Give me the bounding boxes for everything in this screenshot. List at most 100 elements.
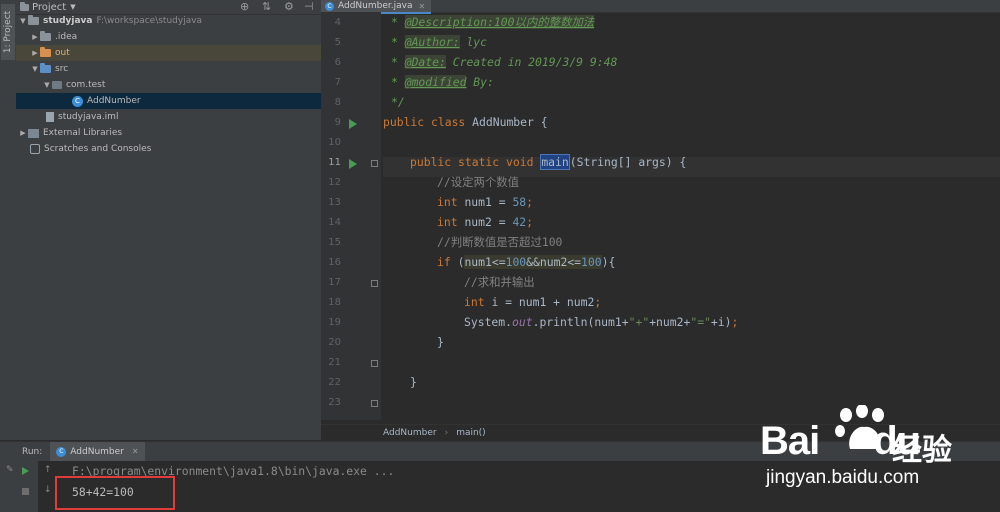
locate-icon[interactable]: ⊕ [240, 0, 249, 13]
java-class-icon: C [72, 95, 83, 107]
tree-node-studyjava[interactable]: ▼ studyjava F:\workspace\studyjava [16, 13, 321, 29]
tree-label: AddNumber [87, 96, 141, 106]
tree-label: com.test [66, 80, 106, 90]
tree-label: .idea [55, 32, 78, 42]
code-line-18: int i = num1 + num2; [464, 295, 602, 309]
chevron-right-icon[interactable]: ▶ [30, 49, 40, 57]
line-number: 9 [334, 117, 341, 128]
chevron-right-icon[interactable]: ▶ [30, 33, 40, 41]
close-icon[interactable]: ✕ [132, 447, 139, 456]
tree-node-com-test[interactable]: ▼ com.test [16, 77, 321, 93]
line-number: 20 [328, 337, 341, 348]
code-line-5: * @Author: lyc [391, 35, 488, 49]
watermark-url: jingyan.baidu.com [766, 467, 920, 488]
code-line-14: int num2 = 42; [437, 215, 534, 229]
run-label: Run: [22, 446, 43, 457]
project-tree: ▼ studyjava F:\workspace\studyjava ▶ .id… [16, 13, 321, 157]
fold-marker-icon[interactable] [371, 360, 378, 367]
tree-node-idea[interactable]: ▶ .idea [16, 29, 321, 45]
scroll-down-icon[interactable]: ↓ [44, 485, 52, 495]
line-number: 23 [328, 397, 341, 408]
module-file-icon [46, 112, 54, 122]
run-main-gutter-icon[interactable] [349, 159, 357, 169]
tree-label: src [55, 64, 69, 74]
code-line-17: //求和并输出 [464, 275, 535, 289]
line-number: 12 [328, 177, 341, 188]
code-line-4: * @Description:100以内的整数加法 [391, 15, 595, 29]
code-area[interactable]: * @Description:100以内的整数加法 * @Author: lyc… [383, 12, 1000, 420]
code-line-7: * @modified By: [391, 75, 494, 89]
hide-icon[interactable]: ⊣ [304, 0, 314, 13]
close-icon[interactable]: ✕ [418, 2, 425, 11]
chevron-right-icon[interactable]: ▶ [18, 129, 28, 137]
project-tool-tab[interactable]: 1: Project [1, 4, 15, 60]
chevron-right-icon: › [444, 427, 449, 438]
module-folder-icon [28, 15, 39, 25]
folder-icon [40, 31, 51, 41]
chevron-down-icon[interactable]: ▼ [30, 65, 40, 73]
gear-icon[interactable]: ⚙ [284, 0, 294, 13]
chevron-down-icon: ▼ [70, 3, 76, 11]
tree-label: External Libraries [43, 128, 123, 138]
stop-icon[interactable] [22, 488, 29, 495]
code-line-9: public class AddNumber { [383, 115, 548, 129]
project-header-label: Project [32, 1, 67, 13]
tree-label: out [55, 48, 70, 58]
collapse-icon[interactable]: ⇅ [262, 0, 271, 13]
package-icon [52, 81, 62, 89]
code-line-8: */ [391, 95, 405, 109]
tree-path: F:\workspace\studyjava [96, 16, 203, 26]
line-number: 17 [328, 277, 341, 288]
project-tool-tab-label: 1: Project [3, 10, 14, 54]
java-class-icon: C [325, 1, 334, 11]
folder-icon [20, 1, 29, 11]
run-tab-addnumber[interactable]: C AddNumber ✕ [50, 442, 145, 461]
fold-marker-icon[interactable] [371, 160, 378, 167]
highlight-annotation-box [55, 476, 175, 510]
chevron-down-icon[interactable]: ▼ [42, 81, 52, 89]
line-number: 22 [328, 377, 341, 388]
scroll-up-icon[interactable]: ↑ [44, 465, 52, 475]
breadcrumb-class[interactable]: AddNumber [383, 428, 437, 438]
rerun-icon[interactable] [22, 467, 29, 475]
breadcrumb-method[interactable]: main() [456, 428, 486, 438]
code-line-6: * @Date: Created in 2019/3/9 9:48 [391, 55, 618, 69]
project-panel: Project ▼ ⊕ ⇅ ⚙ ⊣ ▼ studyjava F:\workspa… [16, 0, 321, 440]
editor-gutter: 4 5 6 7 8 9 10 11 12 13 14 15 16 17 18 1… [321, 12, 381, 420]
chevron-down-icon[interactable]: ▼ [18, 17, 28, 25]
tree-node-src[interactable]: ▼ src [16, 61, 321, 77]
code-editor: C AddNumber.java ✕ 4 5 6 7 8 9 10 11 12 … [321, 0, 1000, 440]
line-number: 16 [328, 257, 341, 268]
wrench-icon[interactable]: ✎ [6, 465, 14, 475]
source-folder-icon [40, 63, 51, 73]
fold-marker-icon[interactable] [371, 280, 378, 287]
run-tab-label: AddNumber [70, 446, 124, 457]
tree-node-addnumber[interactable]: C AddNumber [16, 93, 321, 109]
code-line-22: } [410, 375, 417, 389]
code-line-12: //设定两个数值 [437, 175, 520, 189]
tree-node-scratches[interactable]: Scratches and Consoles [16, 141, 321, 157]
line-number: 6 [334, 57, 341, 68]
line-number: 4 [334, 17, 341, 28]
line-number: 19 [328, 317, 341, 328]
code-line-20: } [437, 335, 444, 349]
tool-window-strip: 1: Project [0, 0, 17, 440]
tree-node-iml[interactable]: studyjava.iml [16, 109, 321, 125]
library-icon [28, 128, 39, 138]
tree-node-external-libraries[interactable]: ▶ External Libraries [16, 125, 321, 141]
line-number: 11 [328, 157, 341, 168]
code-line-19: System.out.println(num1+"+"+num2+"="+i); [464, 315, 739, 329]
run-class-gutter-icon[interactable] [349, 119, 357, 129]
tree-label: studyjava [43, 16, 93, 26]
code-line-11: public static void main(String[] args) { [410, 154, 687, 170]
code-line-13: int num1 = 58; [437, 195, 534, 209]
line-number: 7 [334, 77, 341, 88]
line-number: 8 [334, 97, 341, 108]
tree-label: Scratches and Consoles [44, 144, 152, 154]
jingyan-wordmark: 经验 [892, 433, 952, 468]
project-view-selector[interactable]: Project ▼ [20, 1, 76, 13]
line-number: 15 [328, 237, 341, 248]
excluded-folder-icon [40, 47, 51, 57]
fold-marker-icon[interactable] [371, 400, 378, 407]
tree-node-out[interactable]: ▶ out [16, 45, 321, 61]
